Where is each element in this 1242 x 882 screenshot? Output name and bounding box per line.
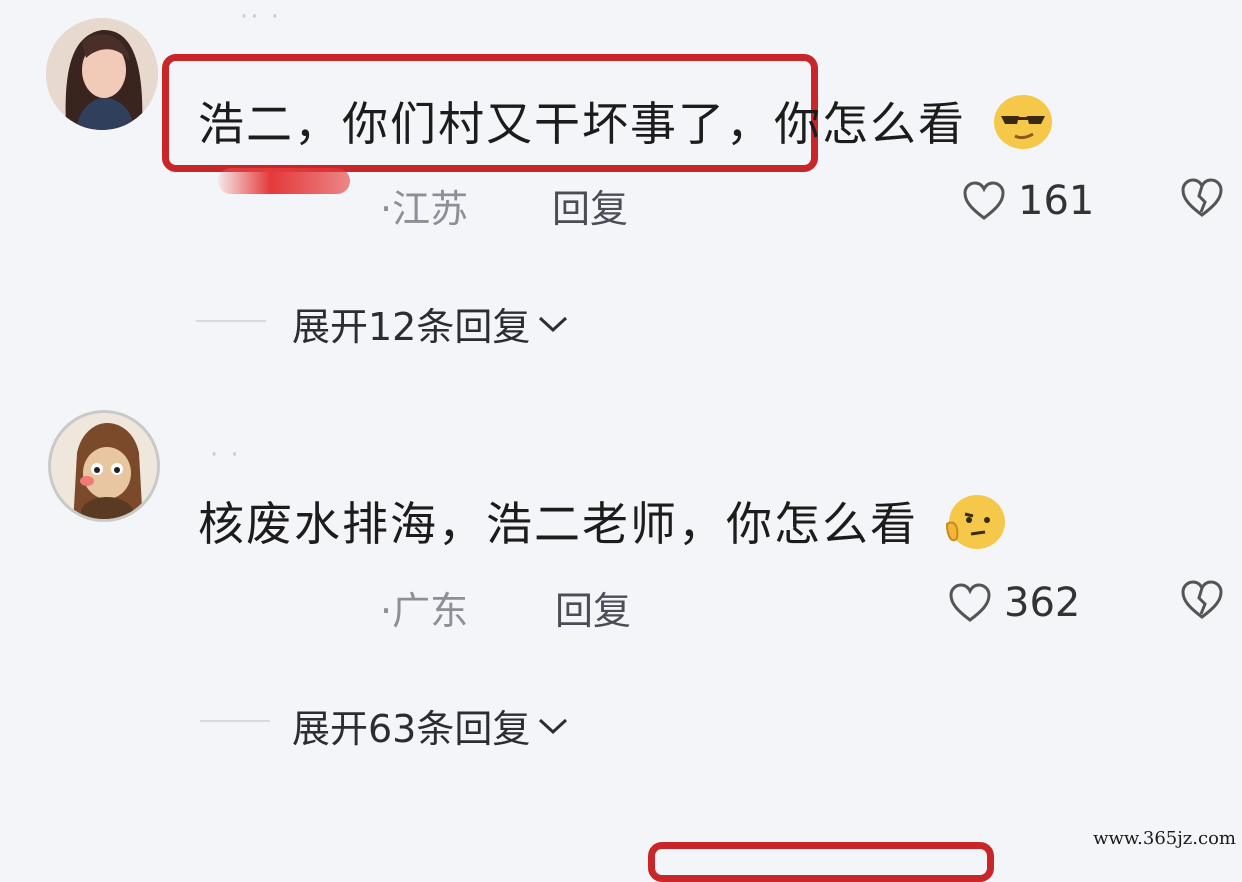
like-button[interactable]: 362	[948, 580, 1080, 626]
watermark: www.365jz.com	[1093, 828, 1236, 849]
expand-replies-button[interactable]: 展开63条回复	[292, 698, 570, 753]
dislike-button[interactable]	[1180, 580, 1224, 624]
avatar[interactable]	[46, 18, 158, 130]
highlight-mark	[218, 168, 350, 194]
chevron-down-icon	[539, 718, 568, 734]
divider	[200, 720, 270, 722]
highlight-box	[648, 842, 994, 882]
username[interactable]: ·· ·	[240, 2, 281, 32]
broken-heart-icon	[1181, 580, 1223, 619]
like-button[interactable]: 161	[962, 178, 1094, 224]
comment-text: 浩二，你们村又干坏事了，你怎么看	[198, 88, 1053, 161]
heart-icon	[949, 583, 991, 622]
username[interactable]: · ·	[210, 440, 241, 470]
like-count: 362	[1004, 580, 1081, 626]
expand-replies-button[interactable]: 展开12条回复	[292, 296, 570, 351]
divider	[196, 320, 266, 322]
comment-location: ·广东	[380, 589, 469, 633]
dislike-button[interactable]	[1180, 178, 1224, 222]
chevron-down-icon	[539, 316, 568, 332]
thinking-face-icon	[945, 494, 1007, 561]
reply-button[interactable]: 回复	[555, 580, 631, 635]
comment-text: 核废水排海，浩二老师，你怎么看	[198, 488, 1007, 561]
like-count: 161	[1018, 178, 1095, 224]
heart-icon	[963, 181, 1005, 220]
avatar[interactable]	[48, 410, 160, 522]
sunglasses-face-icon	[993, 94, 1053, 161]
comment-location: ·江苏	[380, 187, 469, 231]
broken-heart-icon	[1181, 178, 1223, 217]
reply-button[interactable]: 回复	[552, 178, 628, 233]
